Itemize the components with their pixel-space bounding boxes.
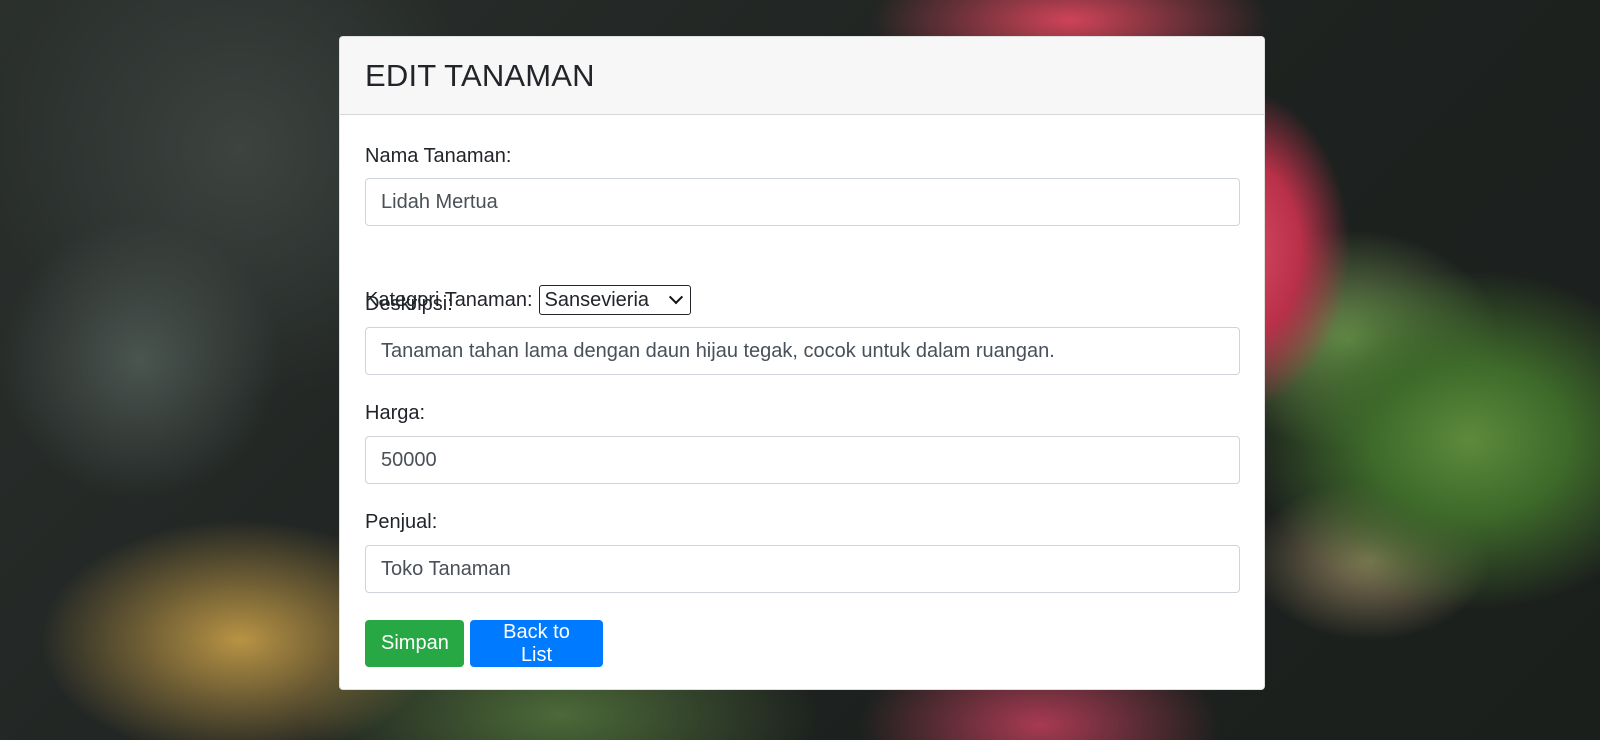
- kategori-selected-value: Sansevieria: [544, 288, 650, 311]
- penjual-label: Penjual:: [365, 511, 438, 533]
- nama-label: Nama Tanaman:: [365, 145, 512, 167]
- card-header: EDIT TANAMAN: [340, 37, 1264, 115]
- harga-label: Harga:: [365, 402, 426, 424]
- kategori-select[interactable]: Sansevieria: [538, 285, 691, 315]
- save-button[interactable]: Simpan: [365, 620, 464, 667]
- nama-input[interactable]: [365, 178, 1240, 226]
- deskripsi-input[interactable]: [365, 327, 1240, 375]
- back-to-list-button[interactable]: Back to List: [470, 620, 603, 667]
- harga-input[interactable]: [365, 436, 1240, 484]
- deskripsi-label: Deskripsi:: [365, 293, 453, 315]
- chevron-down-icon: [668, 290, 683, 305]
- edit-card: EDIT TANAMAN Nama Tanaman: Kategori Tana…: [339, 36, 1265, 690]
- penjual-input[interactable]: [365, 545, 1240, 593]
- page-title: EDIT TANAMAN: [365, 57, 595, 93]
